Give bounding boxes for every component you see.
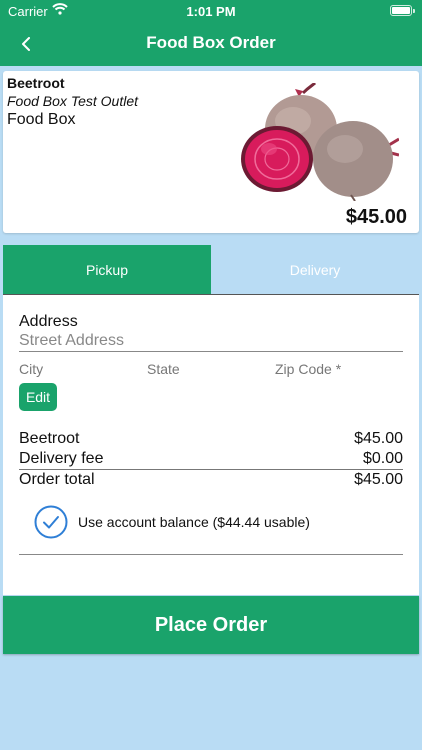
- item-label: Beetroot: [19, 430, 80, 447]
- edit-address-button[interactable]: Edit: [19, 383, 57, 411]
- use-balance-toggle[interactable]: Use account balance ($44.44 usable): [34, 505, 354, 539]
- order-panel: Pickup Delivery Address City State Zip C…: [3, 245, 419, 595]
- divider: [19, 554, 403, 555]
- delivery-fee-value: $0.00: [362, 450, 403, 467]
- summary-row-total: Order total $45.00: [19, 469, 403, 489]
- outlet-name: Food Box Test Outlet: [7, 93, 138, 109]
- account-balance-label: Use account balance ($44.44 usable): [78, 514, 310, 530]
- street-address-input[interactable]: [19, 331, 403, 352]
- place-order-button[interactable]: Place Order: [3, 596, 419, 654]
- beetroot-image: [241, 83, 399, 201]
- product-price: $45.00: [345, 206, 407, 228]
- product-card: Beetroot Food Box Test Outlet Food Box $…: [3, 71, 419, 233]
- battery-icon: [390, 5, 415, 16]
- delivery-method-tabs: Pickup Delivery: [3, 245, 419, 295]
- state-label: State: [147, 361, 180, 377]
- check-circle-icon[interactable]: [34, 505, 68, 539]
- status-bar: Carrier 1:01 PM: [0, 0, 422, 22]
- delivery-fee-label: Delivery fee: [19, 450, 104, 467]
- tab-delivery[interactable]: Delivery: [211, 245, 419, 294]
- order-total-label: Order total: [19, 471, 95, 488]
- chevron-left-icon: [22, 37, 30, 51]
- address-label: Address: [19, 313, 78, 330]
- city-label: City: [19, 361, 44, 377]
- zip-code-label: Zip Code *: [275, 361, 342, 377]
- tab-pickup[interactable]: Pickup: [3, 245, 211, 294]
- page-title: Food Box Order: [146, 33, 276, 52]
- product-category: Food Box: [7, 111, 76, 128]
- clock: 1:01 PM: [186, 4, 236, 19]
- item-price: $45.00: [354, 430, 403, 447]
- back-button[interactable]: [12, 30, 40, 58]
- product-name: Beetroot: [7, 75, 65, 91]
- summary-row-item: Beetroot $45.00: [19, 428, 403, 448]
- order-total-value: $45.00: [354, 471, 403, 488]
- summary-row-fee: Delivery fee $0.00: [19, 448, 403, 468]
- nav-bar: Carrier 1:01 PM Food Box Order: [0, 0, 422, 66]
